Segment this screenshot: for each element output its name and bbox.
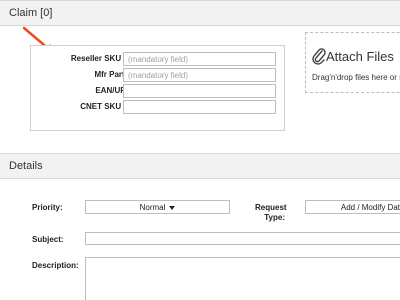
claim-section-title: Claim [0] bbox=[9, 7, 53, 19]
request-type-select[interactable]: Add / Modify Dat bbox=[305, 200, 400, 214]
attach-hint-text: Drag'n'drop files here or bbox=[312, 73, 400, 82]
paperclip-icon bbox=[312, 48, 326, 65]
subject-label: Subject: bbox=[32, 235, 64, 244]
reseller-sku-placeholder: (mandatory field) bbox=[128, 55, 189, 64]
mfr-part-label: Mfr Part #: bbox=[94, 70, 134, 79]
description-label: Description: bbox=[32, 261, 79, 270]
mfr-part-input[interactable]: (mandatory field) bbox=[123, 68, 276, 82]
priority-label: Priority: bbox=[32, 203, 63, 212]
product-identifier-box: Reseller SKU ID: (mandatory field) Mfr P… bbox=[30, 45, 285, 131]
attach-files-dropzone[interactable]: Attach Files Drag'n'drop files here or s… bbox=[305, 32, 400, 93]
subject-input[interactable] bbox=[85, 232, 400, 245]
details-section-header[interactable]: Details bbox=[0, 153, 400, 179]
chevron-down-icon bbox=[169, 205, 176, 210]
reseller-sku-label: Reseller SKU ID: bbox=[70, 54, 134, 63]
request-type-value: Add / Modify Dat bbox=[340, 203, 400, 212]
request-type-label-line1: Request bbox=[255, 203, 287, 212]
attach-files-hint: Drag'n'drop files here or se bbox=[312, 73, 400, 82]
priority-value: Normal bbox=[139, 203, 166, 212]
description-textarea[interactable] bbox=[85, 257, 400, 300]
claim-section-header[interactable]: Claim [0] bbox=[0, 0, 400, 26]
ean-upc-input[interactable] bbox=[123, 84, 276, 98]
cnet-sku-input[interactable] bbox=[123, 100, 276, 114]
request-type-label-line2: Type: bbox=[264, 213, 285, 222]
mfr-part-placeholder: (mandatory field) bbox=[128, 71, 189, 80]
ean-upc-label: EAN/UPC: bbox=[95, 86, 134, 95]
priority-select[interactable]: Normal bbox=[85, 200, 230, 214]
cnet-sku-label: CNET SKU ID: bbox=[80, 102, 134, 111]
reseller-sku-input[interactable]: (mandatory field) bbox=[123, 52, 276, 66]
details-section-title: Details bbox=[9, 160, 43, 172]
attach-files-title: Attach Files bbox=[326, 49, 394, 64]
claim-form-page: Claim [0] Reseller SKU ID: (mandatory fi… bbox=[0, 0, 400, 300]
